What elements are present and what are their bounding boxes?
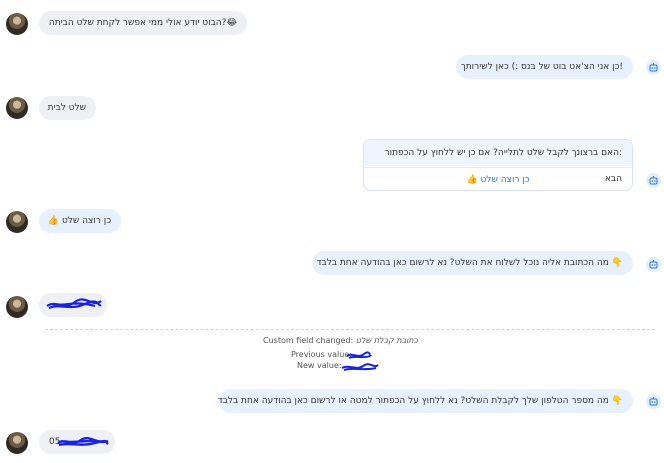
pointing-down-icon: 👇 xyxy=(611,396,623,406)
user-message: כן רוצה שלט 👍 xyxy=(39,209,121,233)
bot-message: 👇 מה מספר הטלפון שלך לקבלת השלט? נא ללחו… xyxy=(217,389,633,413)
message-text: ?הבוט יודע אולי ממי אפשר לקחת שלט הביתה xyxy=(48,18,227,28)
thumbs-up-icon: 👍 xyxy=(47,216,60,226)
button-label: כן רוצה שלט xyxy=(480,175,530,185)
message-text: מה הכתובת אליה נוכל לשלוח את השלט? נא לר… xyxy=(316,258,609,268)
user-avatar xyxy=(6,211,28,233)
user-avatar xyxy=(6,296,28,318)
bot-icon xyxy=(646,173,661,188)
user-avatar xyxy=(6,13,28,35)
user-message: שלט לבית xyxy=(39,96,96,120)
system-divider xyxy=(45,329,655,330)
new-value-line: New value: xyxy=(297,361,342,370)
message-text: !כן אני הצ'אט בוט של בנס :) כאן לשירותך xyxy=(460,62,623,72)
redaction-scribble xyxy=(46,298,102,310)
bot-message: !כן אני הצ'אט בוט של בנס :) כאן לשירותך xyxy=(456,55,633,79)
custom-field-changed: Custom field changed: כתובת קבלת שלט xyxy=(263,336,418,345)
user-message-redacted xyxy=(39,293,107,317)
user-message-redacted: 05 xyxy=(39,430,115,454)
yes-want-sign-button[interactable]: כן רוצה שלט 👍 xyxy=(364,167,632,192)
user-avatar xyxy=(6,97,28,119)
redaction-scribble xyxy=(346,351,372,359)
laughing-emoji-icon: 😂 xyxy=(226,18,237,28)
thumbs-up-icon: 👍 xyxy=(466,175,478,185)
previous-value-line: Previous value: xyxy=(291,350,352,359)
pointing-down-icon: 👇 xyxy=(611,258,623,268)
redaction-scribble xyxy=(57,436,109,447)
previous-value-label: Previous value: xyxy=(291,350,352,359)
message-text: מה מספר הטלפון שלך לקבלת השלט? נא ללחוץ … xyxy=(217,396,609,406)
message-text: שלט לבית xyxy=(47,103,86,113)
bot-message: 👇 מה הכתובת אליה נוכל לשלוח את השלט? נא … xyxy=(312,251,633,275)
bot-card-message: :האם ברצונך לקבל שלט לתלייה? אם כן יש לל… xyxy=(363,139,633,191)
card-text: :האם ברצונך לקבל שלט לתלייה? אם כן יש לל… xyxy=(364,140,632,184)
bot-icon xyxy=(646,394,661,409)
redaction-scribble xyxy=(341,363,379,371)
system-label: Custom field changed: xyxy=(263,336,354,345)
message-text: כן רוצה שלט xyxy=(61,216,111,226)
bot-icon xyxy=(646,60,661,75)
user-avatar xyxy=(6,432,28,454)
user-message: 😂?הבוט יודע אולי ממי אפשר לקחת שלט הביתה xyxy=(39,11,247,35)
field-name: כתובת קבלת שלט xyxy=(355,336,418,345)
new-value-label: New value: xyxy=(297,361,342,370)
bot-icon xyxy=(646,257,661,272)
